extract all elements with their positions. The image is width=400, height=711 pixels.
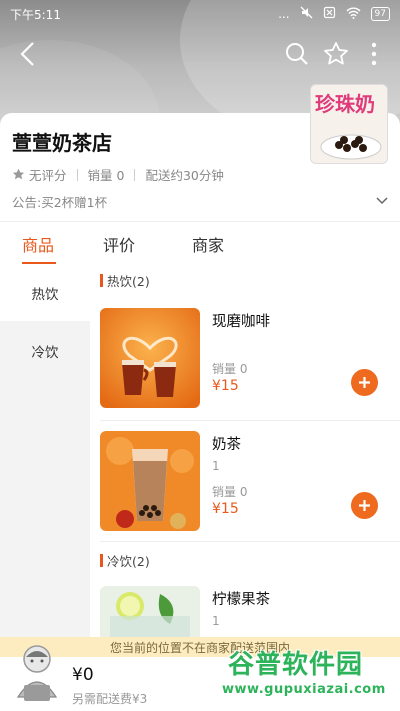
product-image-lemon-tea: [100, 586, 200, 637]
meta-divider: [76, 168, 78, 181]
chevron-down-icon: [376, 197, 388, 205]
more-vertical-icon: [371, 42, 377, 66]
category-sidebar: 热饮 冷饮: [0, 265, 90, 637]
cart-button[interactable]: [12, 637, 62, 707]
product-image-coffee: [100, 308, 200, 408]
search-button[interactable]: [281, 38, 313, 70]
star-icon: [12, 168, 25, 180]
watermark-url: www.gupuxiazai.com: [222, 682, 386, 697]
sim-icon: [323, 6, 336, 22]
section-header: 热饮(2): [100, 271, 150, 290]
product-item[interactable]: 奶茶 1 销量 0 ¥15: [90, 431, 400, 551]
tab-reviews[interactable]: 评价: [103, 232, 135, 256]
shop-announcement: 公告:买2杯赠1杯: [12, 195, 108, 210]
watermark-title: 谷普软件园: [228, 650, 364, 680]
product-name: 柠檬果茶: [212, 592, 270, 608]
cart-avatar-icon: [16, 645, 58, 701]
shop-meta: 无评分 销量 0 配送约30分钟: [12, 165, 224, 184]
product-description: 1: [212, 614, 220, 628]
section-title: 冷饮(2): [107, 554, 150, 569]
search-icon: [286, 43, 308, 65]
product-sales: 销量 0: [212, 485, 248, 499]
product-item[interactable]: 柠檬果茶 1: [90, 586, 400, 637]
product-name: 现磨咖啡: [212, 314, 270, 330]
star-outline-icon: [324, 42, 348, 65]
plus-icon: [359, 377, 370, 388]
favorite-button[interactable]: [320, 38, 352, 70]
section-title: 热饮(2): [107, 274, 150, 289]
category-cold-drinks[interactable]: 冷饮: [0, 323, 90, 379]
mute-icon: [300, 6, 313, 22]
add-to-cart-button[interactable]: [351, 369, 378, 396]
product-list: 热饮(2) 现磨咖啡 销量 0 ¥15 奶茶 1 销量 0 ¥15 冷饮(2) …: [90, 265, 400, 637]
expand-announcement-button[interactable]: [376, 191, 388, 210]
product-price: ¥15: [212, 501, 239, 517]
logo-lettering: 珍珠奶: [315, 92, 375, 116]
product-description: 1: [212, 459, 220, 473]
battery-indicator: 97: [370, 7, 390, 21]
more-options-button[interactable]: [358, 38, 390, 70]
section-marker: [100, 554, 103, 567]
site-watermark: 谷普软件园 www.gupuxiazai.com: [220, 642, 398, 708]
product-sales: 销量 0: [212, 362, 248, 376]
shop-delivery-time: 配送约30分钟: [145, 168, 224, 183]
shop-sales: 销量 0: [87, 168, 125, 183]
shop-rating: 无评分: [29, 168, 67, 183]
top-navigation: [0, 28, 400, 80]
category-hot-drinks[interactable]: 热饮: [0, 265, 90, 321]
shop-logo-image: 珍珠奶: [310, 84, 388, 164]
add-to-cart-button[interactable]: [351, 492, 378, 519]
meta-divider: [134, 168, 136, 181]
shop-tabs: 商品 评价 商家: [0, 221, 400, 265]
product-price: ¥15: [212, 378, 239, 394]
signal-icon: ...: [278, 7, 290, 21]
product-image-milk-tea: [100, 431, 200, 531]
delivery-fee: 另需配送费¥3: [72, 692, 148, 706]
product-name: 奶茶: [212, 437, 241, 453]
item-divider: [100, 420, 400, 421]
active-tab-indicator: [22, 262, 56, 264]
section-header: 冷饮(2): [100, 551, 150, 570]
plus-icon: [359, 500, 370, 511]
status-time: 下午5:11: [10, 7, 61, 22]
item-divider: [100, 541, 400, 542]
wifi-icon: [346, 7, 361, 22]
back-arrow-icon: [20, 42, 34, 66]
cart-total: ¥0: [72, 665, 94, 685]
tab-products[interactable]: 商品: [22, 232, 54, 256]
status-bar: 下午5:11 ... 97: [0, 0, 400, 28]
section-marker: [100, 274, 103, 287]
product-item[interactable]: 现磨咖啡 销量 0 ¥15: [90, 308, 400, 428]
shop-name: 萱萱奶茶店: [12, 131, 112, 155]
back-button[interactable]: [12, 38, 44, 70]
tab-merchant[interactable]: 商家: [192, 232, 224, 256]
